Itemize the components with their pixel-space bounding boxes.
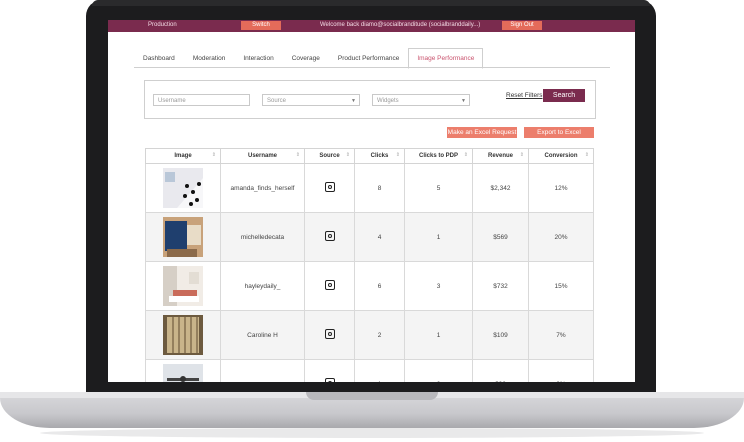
source-select-label: Source	[267, 98, 287, 104]
source-cell	[304, 261, 355, 311]
environment-label: Production	[148, 22, 177, 28]
switch-button[interactable]: Switch	[241, 21, 281, 30]
column-header-source[interactable]: Source ⇕	[304, 148, 355, 164]
welcome-text: Welcome back diamo@socialbranditude (soc…	[320, 22, 481, 28]
source-cell	[304, 310, 355, 360]
tab-divider	[134, 67, 610, 68]
source-cell	[304, 359, 355, 382]
clicks-cell: 4	[354, 212, 405, 262]
search-button[interactable]: Search	[543, 89, 585, 102]
clicks-cell: 8	[354, 163, 405, 213]
conversion-cell: 15%	[528, 261, 594, 311]
instagram-icon	[324, 329, 335, 339]
instagram-icon	[324, 378, 335, 382]
clicks-to-pdp-cell: 1	[404, 212, 473, 262]
username-cell: hayleydaily_	[220, 261, 305, 311]
filter-panel: Username Source ▼ Widgets ▼ Reset Filter…	[144, 80, 596, 119]
tab-interaction[interactable]: Interaction	[234, 48, 282, 69]
sort-icon: ⇕	[295, 152, 300, 158]
image-cell[interactable]	[145, 163, 221, 213]
revenue-cell: $109	[472, 310, 529, 360]
column-header-revenue[interactable]: Revenue ⇕	[472, 148, 529, 164]
conversion-cell: 2%	[528, 359, 594, 382]
revenue-cell: $732	[472, 261, 529, 311]
column-header-image[interactable]: Image ⇕	[145, 148, 221, 164]
export-excel-button[interactable]: Export to Excel	[524, 127, 594, 138]
table-row[interactable]: Caroline H 2 1 $109 7%	[145, 310, 594, 360]
clicks-to-pdp-cell: 5	[404, 163, 473, 213]
username-input[interactable]: Username	[153, 94, 250, 106]
tab-bar: Dashboard Moderation Interaction Coverag…	[134, 48, 484, 69]
chevron-down-icon: ▼	[461, 98, 466, 104]
clicks-cell: 2	[354, 310, 405, 360]
username-cell: username	[220, 359, 305, 382]
clicks-cell: 6	[354, 261, 405, 311]
widgets-select-label: Widgets	[377, 98, 399, 104]
username-cell: michelledecata	[220, 212, 305, 262]
post-thumbnail-ceiling-fan[interactable]	[163, 364, 203, 382]
revenue-cell: $36	[472, 359, 529, 382]
table-header-row: Image ⇕ Username ⇕ Source ⇕ Clicks ⇕ Clicks …	[145, 148, 594, 164]
column-header-clicks[interactable]: Clicks ⇕	[354, 148, 405, 164]
sort-icon: ⇕	[519, 152, 524, 158]
tab-product-performance[interactable]: Product Performance	[329, 48, 408, 69]
column-header-conversion[interactable]: Conversion ⇕	[528, 148, 594, 164]
clicks-to-pdp-cell: 0	[404, 359, 473, 382]
post-thumbnail-bathroom[interactable]	[163, 266, 203, 306]
top-bar: Production Switch Welcome back diamo@soc…	[108, 20, 635, 32]
tab-moderation[interactable]: Moderation	[184, 48, 235, 69]
table-row[interactable]: amanda_finds_herself 8 5 $2,342 12%	[145, 163, 594, 213]
source-select[interactable]: Source ▼	[262, 94, 360, 106]
tab-image-performance[interactable]: Image Performance	[408, 48, 484, 69]
image-performance-table: Image ⇕ Username ⇕ Source ⇕ Clicks ⇕ Clicks …	[145, 148, 594, 382]
sort-icon: ⇕	[211, 152, 216, 158]
column-header-clicks-to-pdp[interactable]: Clicks to PDP ⇕	[404, 148, 473, 164]
app-screen: Production Switch Welcome back diamo@soc…	[108, 20, 635, 382]
table-row[interactable]: michelledecata 4 1 $569 20%	[145, 212, 594, 262]
username-cell: Caroline H	[220, 310, 305, 360]
reset-filters-link[interactable]: Reset Filters	[506, 92, 542, 99]
column-header-username[interactable]: Username ⇕	[220, 148, 305, 164]
source-cell	[304, 212, 355, 262]
sort-icon: ⇕	[395, 152, 400, 158]
table-row[interactable]: hayleydaily_ 6 3 $732 15%	[145, 261, 594, 311]
username-cell: amanda_finds_herself	[220, 163, 305, 213]
image-cell[interactable]	[145, 261, 221, 311]
sort-icon: ⇕	[345, 152, 350, 158]
image-cell[interactable]	[145, 212, 221, 262]
revenue-cell: $2,342	[472, 163, 529, 213]
chevron-down-icon: ▼	[351, 98, 356, 104]
clicks-to-pdp-cell: 1	[404, 310, 473, 360]
source-cell	[304, 163, 355, 213]
instagram-icon	[324, 231, 335, 241]
excel-request-button[interactable]: Make an Excel Request	[447, 127, 517, 138]
post-thumbnail-patterned-curtain[interactable]	[163, 315, 203, 355]
tab-coverage[interactable]: Coverage	[283, 48, 329, 69]
image-cell[interactable]	[145, 310, 221, 360]
conversion-cell: 12%	[528, 163, 594, 213]
sign-out-button[interactable]: Sign Out	[502, 21, 542, 30]
laptop-shadow	[40, 428, 704, 438]
laptop-bezel	[92, 0, 650, 6]
tab-dashboard[interactable]: Dashboard	[134, 48, 184, 69]
instagram-icon	[324, 280, 335, 290]
laptop-notch	[306, 392, 438, 400]
conversion-cell: 20%	[528, 212, 594, 262]
image-cell[interactable]	[145, 359, 221, 382]
sort-icon: ⇕	[463, 152, 468, 158]
post-thumbnail-blue-curtain[interactable]	[163, 217, 203, 257]
table-row[interactable]: username 1 0 $36 2%	[145, 359, 594, 382]
sort-icon: ⇕	[584, 152, 589, 158]
revenue-cell: $569	[472, 212, 529, 262]
instagram-icon	[324, 182, 335, 192]
post-thumbnail-polka-dots[interactable]	[163, 168, 203, 208]
clicks-cell: 1	[354, 359, 405, 382]
clicks-to-pdp-cell: 3	[404, 261, 473, 311]
widgets-select[interactable]: Widgets ▼	[372, 94, 470, 106]
conversion-cell: 7%	[528, 310, 594, 360]
